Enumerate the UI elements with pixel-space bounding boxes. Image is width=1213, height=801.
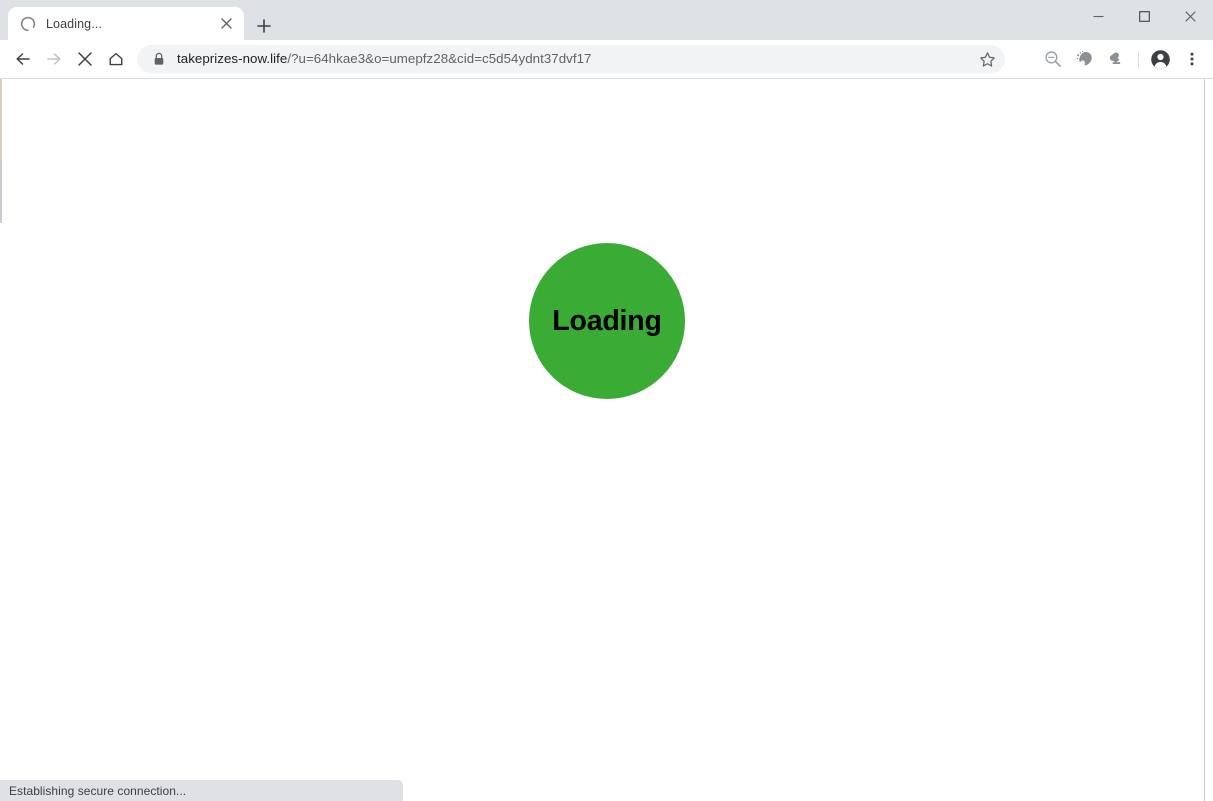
url-path: /?u=64hkae3&o=umepfz28&cid=c5d54ydnt37dv… <box>287 51 592 66</box>
loading-badge: Loading <box>529 243 685 399</box>
stamp-icon[interactable] <box>1102 45 1130 73</box>
new-tab-button[interactable] <box>250 12 278 40</box>
page-content: Loading <box>0 79 1198 801</box>
plus-icon <box>257 19 271 33</box>
bookmark-star-button[interactable] <box>973 45 1001 73</box>
tab-strip: Loading... <box>0 0 1213 40</box>
status-bubble-text: Establishing secure connection... <box>9 783 187 798</box>
window-controls <box>1075 0 1213 32</box>
address-bar[interactable]: takeprizes-now.life/?u=64hkae3&o=umepfz2… <box>137 45 1005 73</box>
window-minimize-button[interactable] <box>1075 0 1121 32</box>
person-circle-icon <box>1150 49 1170 69</box>
back-button[interactable] <box>8 44 38 74</box>
home-icon <box>109 52 123 66</box>
page-edge-artifact <box>0 79 2 161</box>
lock-icon[interactable] <box>151 51 167 67</box>
arrow-left-icon <box>16 53 30 65</box>
toolbar-divider <box>1138 52 1139 68</box>
more-vertical-icon <box>1190 52 1194 66</box>
tab-close-button[interactable] <box>216 14 236 34</box>
url-text: takeprizes-now.life/?u=64hkae3&o=umepfz2… <box>177 51 973 67</box>
chrome-menu-button[interactable] <box>1178 45 1206 73</box>
profile-avatar-button[interactable] <box>1146 45 1174 73</box>
window-close-button[interactable] <box>1167 0 1213 32</box>
close-x-icon <box>78 52 92 66</box>
browser-window: Loading... takeprizes-now.life/?u=64hkae… <box>0 0 1213 801</box>
window-maximize-button[interactable] <box>1121 0 1167 32</box>
page-viewport: Loading <box>0 79 1213 801</box>
close-icon <box>220 18 232 29</box>
status-bubble: Establishing secure connection... <box>0 780 403 801</box>
stop-loading-button[interactable] <box>70 44 100 74</box>
minimize-icon <box>1093 15 1103 17</box>
home-button[interactable] <box>101 44 131 74</box>
browser-tab[interactable]: Loading... <box>8 7 244 40</box>
tab-title: Loading... <box>46 16 102 31</box>
close-icon <box>1184 10 1196 22</box>
scrollbar-gutter[interactable] <box>1205 79 1213 801</box>
browser-toolbar: takeprizes-now.life/?u=64hkae3&o=umepfz2… <box>0 40 1213 79</box>
arrow-right-icon <box>47 53 61 65</box>
loading-spinner-icon <box>20 16 36 32</box>
face-silhouette-icon[interactable] <box>1071 45 1099 73</box>
url-host: takeprizes-now.life <box>177 51 288 66</box>
zoom-out-magnifier-icon[interactable] <box>1039 45 1067 73</box>
maximize-icon <box>1138 10 1150 22</box>
page-edge-artifact <box>0 161 2 223</box>
forward-button <box>39 44 69 74</box>
star-icon <box>979 51 995 67</box>
loading-badge-label: Loading <box>552 304 662 337</box>
